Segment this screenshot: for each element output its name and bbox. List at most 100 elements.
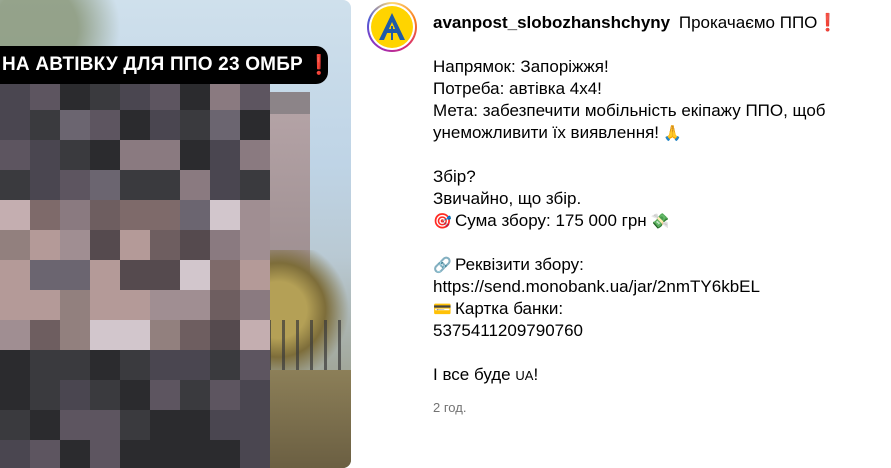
pixel-block [120,260,150,290]
pixel-block [210,410,240,440]
card-number: 5375411209790760 [433,321,584,340]
pixel-block [180,260,210,290]
pixel-block [60,200,90,230]
pixel-block [150,110,180,140]
pixel-block [240,380,270,410]
pixel-block [210,260,240,290]
sum-text: Сума збору: 175 000 грн [455,211,647,230]
pixel-block [90,380,120,410]
pixel-block [0,380,30,410]
pixel-block [180,350,210,380]
pixel-block [30,320,60,350]
post-header-line: avanpost_slobozhanshchyny Прокачаємо ППО… [433,12,873,34]
pixel-block [0,170,30,200]
need-line: Потреба: автівка 4х4! [433,79,602,98]
pixel-block [60,350,90,380]
pixel-block [240,110,270,140]
pixel-block [150,320,180,350]
username-link[interactable]: avanpost_slobozhanshchyny [433,13,670,32]
requisites-line: 🔗 Реквізити збору: [433,254,873,276]
direction-line: Напрямок: Запоріжжя! [433,57,609,76]
pixel-block [120,320,150,350]
pixel-block [60,440,90,468]
target-icon: 🎯 [433,212,452,230]
pixel-block [60,410,90,440]
pixelated-face [0,80,270,468]
media-caption: НА АВТІВКУ ДЛЯ ППО 23 ОМБР [2,54,303,75]
pixel-block [90,140,120,170]
pixel-block [120,440,150,468]
pixel-block [240,260,270,290]
pixel-block [120,200,150,230]
pixel-block [180,110,210,140]
pixel-block [0,260,30,290]
post-media[interactable]: НА АВТІВКУ ДЛЯ ППО 23 ОМБР ❗ [0,0,351,468]
pixel-block [210,440,240,468]
pixel-block [210,140,240,170]
pixel-block [0,110,30,140]
media-caption-pill: НА АВТІВКУ ДЛЯ ППО 23 ОМБР ❗ [0,46,331,84]
post-timestamp[interactable]: 2 год. [433,400,466,415]
pixel-block [30,440,60,468]
money-icon: 💸 [650,212,670,230]
pixel-block [60,320,90,350]
pixel-block [180,80,210,110]
goal-line-2: унеможливити їх виявлення! 🙏 [433,122,873,144]
pixel-block [210,380,240,410]
pixel-block [0,290,30,320]
pixel-block [90,170,120,200]
monobank-link[interactable]: https://send.monobank.ua/jar/2nmTY6kbEL [433,276,873,298]
pixel-block [150,380,180,410]
pixel-block [90,200,120,230]
pixel-block [150,80,180,110]
pixel-block [30,290,60,320]
pixel-block [120,230,150,260]
pixel-block [90,260,120,290]
goal-line-2-text: унеможливити їх виявлення! [433,123,660,142]
post-text: avanpost_slobozhanshchyny Прокачаємо ППО… [433,12,873,387]
pixel-block [210,110,240,140]
pixel-block [240,350,270,380]
pixel-block [240,140,270,170]
pixel-block [0,140,30,170]
of-course-line: Звичайно, що збір. [433,189,582,208]
pixel-block [60,170,90,200]
pixel-block [150,260,180,290]
avanpost-logo-icon [371,6,413,48]
pixel-block [240,290,270,320]
pixel-block [210,230,240,260]
pixel-block [30,260,60,290]
pixel-block [120,410,150,440]
pixel-block [120,170,150,200]
pixel-block [180,410,210,440]
post-title: Прокачаємо ППО [678,13,818,32]
pixel-block [240,200,270,230]
pixel-block [180,230,210,260]
fundraising-question: Збір? [433,167,476,186]
pixel-block [180,140,210,170]
closing-suffix: ! [533,365,539,384]
exclamation-icon: ❗ [306,55,331,76]
pixel-block [150,440,180,468]
pixel-block [120,350,150,380]
avatar[interactable] [367,2,417,52]
pixel-block [180,440,210,468]
pixel-block [0,350,30,380]
pixel-block [0,230,30,260]
card-label-line: 💳 Картка банки: [433,298,873,320]
pixel-block [30,200,60,230]
exclamation-icon: ❗ [817,13,839,32]
pixel-block [210,320,240,350]
pixel-block [60,380,90,410]
pixel-block [150,290,180,320]
pixel-block [180,200,210,230]
pixel-block [120,140,150,170]
closing-line: І все буде UA! [433,364,873,387]
pixel-block [120,110,150,140]
post-caption-panel: avanpost_slobozhanshchyny Прокачаємо ППО… [367,0,877,468]
pixel-block [240,410,270,440]
pixel-block [210,200,240,230]
pixel-block [150,410,180,440]
pixel-block [150,170,180,200]
pixel-block [240,230,270,260]
